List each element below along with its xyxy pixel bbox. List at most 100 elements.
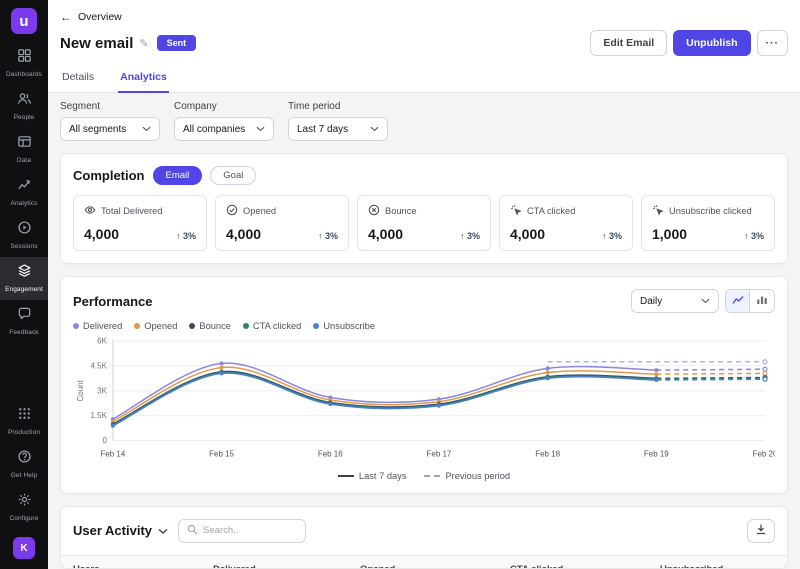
- legend-item-opened: Opened: [134, 321, 177, 331]
- app-logo[interactable]: u: [11, 8, 37, 34]
- svg-text:Feb 20: Feb 20: [753, 450, 775, 459]
- edit-email-button[interactable]: Edit Email: [590, 30, 667, 56]
- chart-legend: Delivered Opened Bounce CTA clicked Unsu…: [73, 321, 775, 331]
- company-select[interactable]: All companies: [174, 117, 274, 141]
- people-icon: [17, 91, 32, 111]
- sidebar-item-feedback[interactable]: Feedback: [0, 300, 48, 343]
- stat-value: 4,000: [510, 226, 545, 242]
- completion-card: Completion Email Goal Total Delivered 4,…: [60, 153, 788, 264]
- legend-item-delivered: Delivered: [73, 321, 122, 331]
- toggle-email-pill[interactable]: Email: [153, 166, 203, 185]
- line-chart-icon: [732, 292, 744, 310]
- sidebar-item-label: People: [14, 114, 35, 121]
- time-period-select-value: Last 7 days: [297, 124, 348, 135]
- sidebar-item-label: Feedback: [9, 329, 38, 336]
- sidebar-item-label: Dashboards: [6, 71, 42, 78]
- svg-text:Feb 16: Feb 16: [318, 450, 343, 459]
- tab-details[interactable]: Details: [60, 64, 96, 92]
- trend-up-icon: ↑: [602, 231, 607, 241]
- data-icon: [17, 134, 32, 154]
- get-help-icon: [17, 449, 32, 469]
- filter-label: Segment: [60, 101, 160, 112]
- stat-unsubscribe-clicked: Unsubscribe clicked 1,000 ↑ 3%: [641, 195, 775, 251]
- legend-dot: [73, 323, 79, 329]
- more-options-button[interactable]: ···: [757, 30, 789, 56]
- performance-card: Performance Daily: [60, 276, 788, 494]
- tab-analytics[interactable]: Analytics: [118, 64, 169, 93]
- chevron-down-icon: [142, 124, 151, 135]
- sidebar-item-analytics[interactable]: Analytics: [0, 171, 48, 214]
- cursor-click-icon: [510, 204, 522, 218]
- app-window: u Dashboards People Data Analytics Sessi…: [0, 0, 800, 569]
- segment-select[interactable]: All segments: [60, 117, 160, 141]
- cursor-click-icon: [652, 204, 664, 218]
- download-icon: [755, 523, 767, 538]
- status-badge: Sent: [157, 35, 197, 51]
- sidebar-item-configure[interactable]: Configure: [0, 486, 48, 529]
- svg-text:4.5K: 4.5K: [91, 361, 108, 370]
- trend-up-icon: ↑: [176, 231, 181, 241]
- tabs: Details Analytics: [48, 64, 800, 93]
- sidebar-item-label: Engagement: [5, 286, 43, 293]
- bar-chart-toggle-button[interactable]: [750, 290, 774, 312]
- bar-chart-icon: [756, 292, 768, 310]
- legend-item-unsubscribe: Unsubscribe: [313, 321, 375, 331]
- sidebar-item-sessions[interactable]: Sessions: [0, 214, 48, 257]
- filter-label: Time period: [288, 101, 388, 112]
- unpublish-button[interactable]: Unpublish: [673, 30, 750, 56]
- filters-bar: Segment All segments Company All compani…: [48, 93, 800, 141]
- stat-label: CTA clicked: [527, 206, 575, 216]
- back-label: Overview: [78, 11, 122, 23]
- interval-select-value: Daily: [640, 296, 662, 307]
- back-link[interactable]: ← Overview: [60, 0, 122, 24]
- chart-area: 01.5K3K4.5K6KCountFeb 14Feb 15Feb 16Feb …: [73, 333, 775, 469]
- trend-up-icon: ↑: [460, 231, 465, 241]
- stat-value: 4,000: [368, 226, 403, 242]
- sidebar-item-label: Sessions: [10, 243, 37, 250]
- stat-opened: Opened 4,000 ↑ 3%: [215, 195, 349, 251]
- svg-text:Feb 19: Feb 19: [644, 450, 669, 459]
- sidebar-item-label: Analytics: [11, 200, 38, 207]
- legend-dot: [189, 323, 195, 329]
- segment-select-value: All segments: [69, 124, 126, 135]
- sidebar-item-people[interactable]: People: [0, 85, 48, 128]
- dashed-line-sample-icon: [424, 475, 440, 477]
- user-avatar[interactable]: K: [13, 537, 35, 559]
- stat-value: 1,000: [652, 226, 687, 242]
- column-header-users: Users: [61, 555, 201, 569]
- trend-up-icon: ↑: [318, 231, 323, 241]
- svg-text:Feb 18: Feb 18: [535, 450, 560, 459]
- sidebar-item-label: Configure: [9, 515, 38, 522]
- sidebar-item-production[interactable]: Production: [0, 400, 48, 443]
- search-input[interactable]: [203, 525, 297, 536]
- sidebar-item-engagement[interactable]: Engagement: [0, 257, 48, 300]
- stat-trend: ↑ 3%: [460, 231, 480, 241]
- svg-text:Feb 15: Feb 15: [209, 450, 234, 459]
- stat-bounce: Bounce 4,000 ↑ 3%: [357, 195, 491, 251]
- user-activity-title-toggle[interactable]: User Activity: [73, 522, 168, 540]
- svg-text:Feb 14: Feb 14: [100, 450, 125, 459]
- production-icon: [17, 406, 32, 426]
- sidebar-item-dashboards[interactable]: Dashboards: [0, 42, 48, 85]
- legend-item-cta-clicked: CTA clicked: [243, 321, 301, 331]
- toggle-goal-pill[interactable]: Goal: [210, 166, 256, 185]
- svg-text:3K: 3K: [97, 386, 107, 395]
- download-button[interactable]: [747, 519, 775, 543]
- user-activity-table: Users Delivered Opened CTA clicked Unsub…: [61, 555, 787, 569]
- column-header-delivered: Delivered: [201, 555, 348, 569]
- x-circle-icon: [368, 204, 380, 218]
- edit-title-icon[interactable]: ✎: [139, 37, 148, 50]
- svg-text:6K: 6K: [97, 336, 107, 345]
- interval-select[interactable]: Daily: [631, 289, 719, 313]
- bottom-legend-current: Last 7 days: [338, 471, 407, 481]
- filter-label: Company: [174, 101, 274, 112]
- search-icon: [187, 522, 198, 540]
- time-period-select[interactable]: Last 7 days: [288, 117, 388, 141]
- stat-trend: ↑ 3%: [744, 231, 764, 241]
- line-chart-toggle-button[interactable]: [726, 290, 750, 312]
- sidebar-item-get-help[interactable]: Get Help: [0, 443, 48, 486]
- filter-time-period: Time period Last 7 days: [288, 101, 388, 141]
- sidebar-nav: Dashboards People Data Analytics Session…: [0, 42, 48, 529]
- user-activity-card: User Activity Users Delivered Op: [60, 506, 788, 569]
- sidebar-item-data[interactable]: Data: [0, 128, 48, 171]
